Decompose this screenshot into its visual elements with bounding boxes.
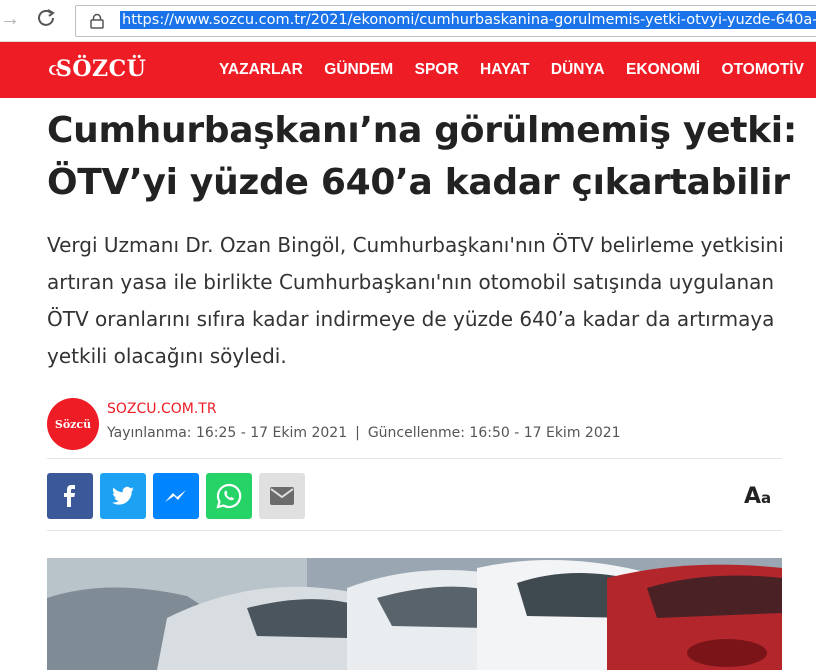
url-text[interactable]: https://www.sozcu.com.tr/2021/ekonomi/cu…	[120, 11, 816, 29]
font-size-big: A	[744, 484, 762, 509]
headline-line-1: Cumhurbaşkanı’na görülmemiş yetki:	[47, 110, 797, 151]
whatsapp-icon	[216, 483, 242, 509]
site-nav: SÖZCÜ YAZARLAR GÜNDEM SPOR HAYAT DÜNYA E…	[0, 42, 816, 98]
source-link[interactable]: SOZCU.COM.TR	[107, 401, 217, 417]
menu-item-spor[interactable]: SPOR	[415, 61, 459, 78]
whatsapp-share-button[interactable]	[206, 473, 252, 519]
divider	[47, 530, 782, 531]
date-separator: |	[355, 425, 360, 441]
menu-item-hayat[interactable]: HAYAT	[480, 61, 529, 78]
browser-toolbar: → https://www.sozcu.com.tr/2021/ekonomi/…	[0, 0, 816, 42]
article-headline: Cumhurbaşkanı’na görülmemiş yetki: ÖTV’y…	[47, 105, 807, 209]
messenger-share-button[interactable]	[153, 473, 199, 519]
messenger-icon	[165, 490, 186, 502]
email-icon	[270, 487, 294, 505]
cars-photo-illustration	[47, 558, 782, 670]
facebook-icon	[64, 485, 75, 507]
lock-icon	[90, 13, 104, 29]
site-logo[interactable]: SÖZCÜ	[56, 56, 146, 82]
published-date: Yayınlanma: 16:25 - 17 Ekim 2021	[107, 425, 348, 441]
menu-item-gundem[interactable]: GÜNDEM	[324, 61, 393, 78]
reload-icon[interactable]	[36, 8, 56, 34]
article-summary: Vergi Uzmanı Dr. Ozan Bingöl, Cumhurbaşk…	[47, 233, 784, 368]
email-share-button[interactable]	[259, 473, 305, 519]
menu-item-dunya[interactable]: DÜNYA	[551, 61, 605, 78]
updated-date: Güncellenme: 16:50 - 17 Ekim 2021	[367, 425, 621, 441]
menu-item-ekonomi[interactable]: EKONOMİ	[626, 61, 700, 78]
article-dates: Yayınlanma: 16:25 - 17 Ekim 2021 | Güncell…	[107, 425, 621, 441]
menu-item-yazarlar[interactable]: YAZARLAR	[219, 61, 303, 78]
twitter-icon	[112, 486, 134, 505]
article-photo	[47, 558, 782, 670]
main-menu: YAZARLAR GÜNDEM SPOR HAYAT DÜNYA EKONOMİ…	[219, 61, 816, 79]
facebook-share-button[interactable]	[47, 473, 93, 519]
address-bar[interactable]: https://www.sozcu.com.tr/2021/ekonomi/cu…	[75, 5, 816, 37]
headline-line-2: ÖTV’yi yüzde 640’a kadar çıkartabilir	[47, 162, 790, 203]
source-avatar[interactable]: Sözcü	[47, 398, 99, 450]
divider	[47, 458, 782, 459]
font-size-small: a	[761, 489, 772, 507]
twitter-share-button[interactable]	[100, 473, 146, 519]
menu-item-otomotiv[interactable]: OTOMOTİV	[722, 61, 804, 78]
font-size-button[interactable]: Aa	[744, 484, 771, 509]
avatar-text: Sözcü	[54, 417, 92, 431]
forward-icon[interactable]: →	[0, 8, 20, 31]
